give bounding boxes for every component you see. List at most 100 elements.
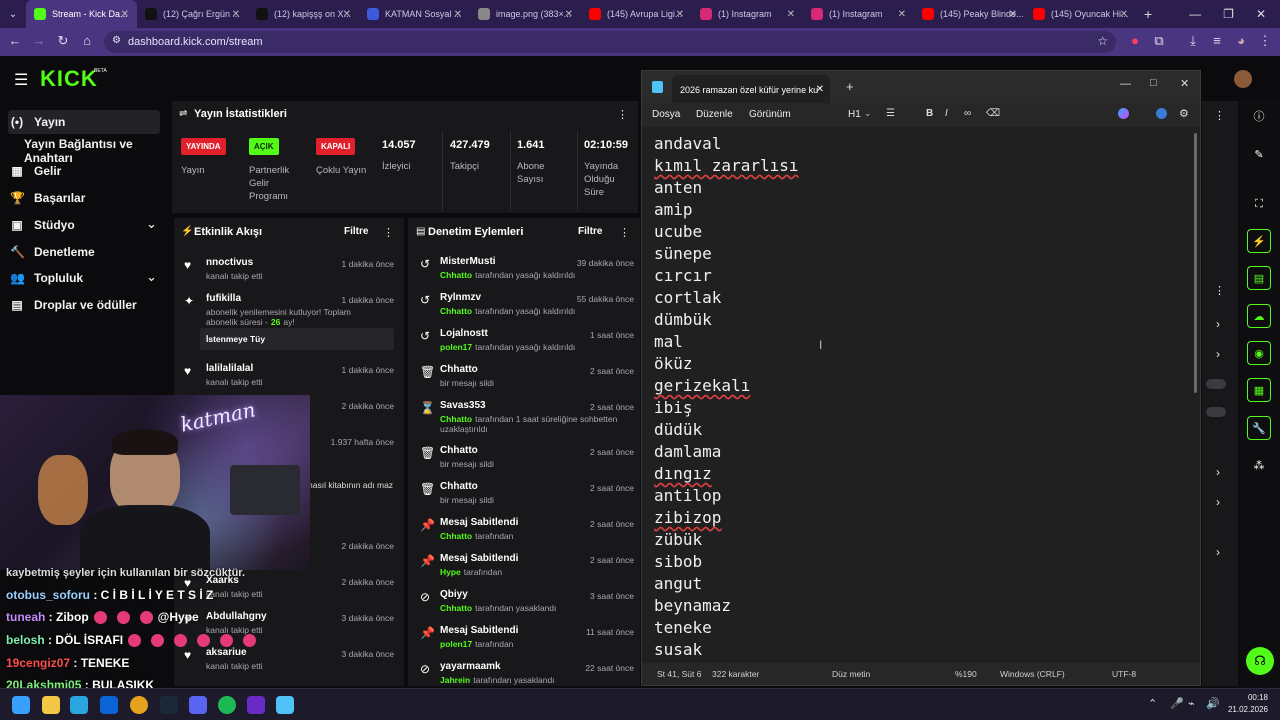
moderation-target[interactable]: Mesaj Sabitlendi (440, 553, 518, 564)
activity-filter-button[interactable]: Filtre (344, 226, 368, 237)
chat-username[interactable]: otobus_soforu (6, 588, 90, 602)
bookmark-star-icon[interactable]: ☆ (1097, 34, 1108, 48)
file-explorer-icon[interactable] (42, 696, 60, 714)
tab-close-icon[interactable]: ✕ (232, 9, 240, 20)
site-info-icon[interactable]: ⚙ (112, 35, 121, 46)
browser-menu-icon[interactable]: ⋮ (1256, 33, 1274, 49)
tab-close-icon[interactable]: ✕ (787, 9, 795, 20)
support-headset-icon[interactable]: ☊ (1246, 647, 1274, 675)
extensions-puzzle-icon[interactable]: ⧉ (1150, 33, 1168, 49)
notepad-minimize-icon[interactable]: — (1120, 78, 1131, 90)
microphone-icon[interactable]: 🎤 (1170, 697, 1184, 710)
nav-item-3[interactable]: ▦ Gelir (10, 164, 61, 178)
toggle-switch[interactable] (1206, 407, 1226, 417)
moderator-name[interactable]: Jahrein (440, 675, 470, 685)
spotify-icon[interactable] (218, 696, 236, 714)
nav-item-5[interactable]: ▣ Stüdyo (10, 218, 74, 232)
settings-gear-icon[interactable]: ⚙ (1179, 107, 1189, 120)
activity-more-icon[interactable]: ⋮ (383, 226, 394, 239)
nav-item-6[interactable]: 🔨 Denetleme (10, 245, 95, 259)
menu-file[interactable]: Dosya (652, 109, 680, 120)
activity-username[interactable]: Abdullahgny (206, 611, 267, 622)
forward-arrow-icon[interactable]: → (30, 33, 48, 48)
activity-item[interactable]: ♥ lalilalilalal kanalı takip etti 1 dakika … (174, 362, 404, 396)
moderation-item[interactable]: ⊘ Qbiyy Chhatto tarafından yasaklandı 3 saat… (408, 588, 640, 622)
notepad-scrollbar[interactable] (1194, 133, 1197, 393)
notepad-close-icon[interactable]: ✕ (1180, 77, 1189, 90)
browser-tab[interactable]: (1) Instagram ✕ (803, 0, 914, 28)
clock-date[interactable]: 21.02.2026 (1222, 705, 1268, 714)
tab-close-icon[interactable]: ✕ (454, 9, 462, 20)
chat-bubble-icon[interactable]: ☁ (1247, 304, 1271, 328)
tab-close-icon[interactable]: ✕ (676, 9, 684, 20)
menu-edit[interactable]: Düzenle (696, 109, 733, 120)
link-icon[interactable]: ∞ (964, 108, 971, 119)
moderation-item[interactable]: 🗑 Chhatto bir mesajı sildi 2 saat önce (408, 444, 640, 478)
outlook-icon[interactable] (100, 696, 118, 714)
moderation-more-icon[interactable]: ⋮ (619, 226, 630, 239)
tab-search-icon[interactable]: ⌄ (0, 0, 26, 28)
new-tab-button[interactable]: + (1136, 6, 1160, 22)
minimize-icon[interactable]: — (1189, 7, 1201, 21)
app-icon[interactable] (247, 696, 265, 714)
download-icon[interactable]: ⤓ (1184, 33, 1202, 49)
notepad-tab[interactable]: 2026 ramazan özel küfür yerine ku ✕ (672, 75, 830, 103)
chevron-right-icon[interactable]: › (1216, 347, 1220, 361)
nav-item-2[interactable]: Yayın Bağlantısı ve Anahtarı (24, 137, 170, 165)
tab-close-icon[interactable]: ✕ (565, 9, 573, 20)
document-icon[interactable]: ▤ (1247, 266, 1271, 290)
maximize-icon[interactable]: ❐ (1223, 7, 1234, 21)
windows-start-icon[interactable] (12, 696, 30, 714)
moderation-item[interactable]: 📌 Mesaj Sabitlendi Chhatto tarafından 2 saat… (408, 516, 640, 550)
clock-time[interactable]: 00:18 (1232, 693, 1268, 702)
moderation-target[interactable]: MisterMusti (440, 256, 496, 267)
moderation-target[interactable]: Qbiyy (440, 589, 468, 600)
activity-username[interactable]: aksariue (206, 647, 247, 658)
moderation-target[interactable]: Chhatto (440, 445, 478, 456)
chevron-down-icon[interactable]: ⌄ (146, 216, 157, 232)
chat-username[interactable]: belosh (6, 633, 45, 647)
steam-icon[interactable] (160, 696, 178, 714)
reload-icon[interactable]: ↻ (54, 33, 72, 49)
info-icon[interactable]: ⓘ (1247, 104, 1271, 128)
tab-close-icon[interactable]: ✕ (1009, 9, 1017, 20)
line-ending[interactable]: Windows (CRLF) (1000, 669, 1065, 679)
tab-close-icon[interactable]: ✕ (343, 9, 351, 20)
fullscreen-icon[interactable]: ⛶ (1247, 192, 1271, 216)
nav-item-4[interactable]: 🏆 Başarılar (10, 191, 85, 205)
moderation-item[interactable]: ↺ Rylnmzv Chhatto tarafından yasağı kaldırı… (408, 291, 640, 325)
tab-close-icon[interactable]: ✕ (121, 9, 129, 20)
activity-item[interactable]: ✦ fufikilla abonelik yenilemesini kutluyor… (174, 292, 404, 350)
browser-tab[interactable]: (12) kapişşş on X... ✕ (248, 0, 359, 28)
moderation-target[interactable]: Mesaj Sabitlendi (440, 517, 518, 528)
notepad-maximize-icon[interactable]: □ (1150, 77, 1157, 89)
browser-tab[interactable]: KATMAN Sosyal ... ✕ (359, 0, 470, 28)
moderation-target[interactable]: Savas353 (440, 400, 486, 411)
nav-item-7[interactable]: 👥 Topluluk (10, 271, 83, 285)
back-arrow-icon[interactable]: ← (6, 33, 24, 48)
teams-icon[interactable] (70, 696, 88, 714)
moderation-item[interactable]: 🗑 Chhatto bir mesajı sildi 2 saat önce (408, 363, 640, 397)
moderation-target[interactable]: yayarmaamk (440, 661, 501, 672)
chevron-right-icon[interactable]: › (1216, 495, 1220, 509)
home-icon[interactable]: ⌂ (78, 33, 96, 48)
nav-item-1[interactable]: (•) Yayın (8, 110, 160, 134)
moderation-target[interactable]: Lojalnostt (440, 328, 488, 339)
list-icon[interactable]: ☰ (886, 108, 895, 119)
moderation-item[interactable]: 📌 Mesaj Sabitlendi Hype tarafından 2 saat ön… (408, 552, 640, 586)
moderation-target[interactable]: Mesaj Sabitlendi (440, 625, 518, 636)
broadcast-icon[interactable]: ◉ (1247, 341, 1271, 365)
wrench-icon[interactable]: 🔧 (1247, 416, 1271, 440)
extension-icon[interactable]: ● (1126, 33, 1144, 48)
lightning-tool-icon[interactable]: ⚡ (1247, 229, 1271, 253)
browser-tab[interactable]: image.png (383×... ✕ (470, 0, 581, 28)
discord-icon[interactable] (189, 696, 207, 714)
tab-close-icon[interactable]: ✕ (1120, 9, 1128, 20)
moderation-item[interactable]: 📌 Mesaj Sabitlendi polen17 tarafından 11 saa… (408, 624, 640, 658)
clear-format-icon[interactable]: ⌫ (986, 108, 1000, 119)
moderator-name[interactable]: polen17 (440, 342, 472, 352)
chat-username[interactable]: tuneah (6, 610, 45, 624)
moderator-name[interactable]: Chhatto (440, 270, 472, 280)
tray-chevron-icon[interactable]: ⌃ (1148, 697, 1157, 710)
activity-username[interactable]: nnoctivus (206, 257, 253, 268)
